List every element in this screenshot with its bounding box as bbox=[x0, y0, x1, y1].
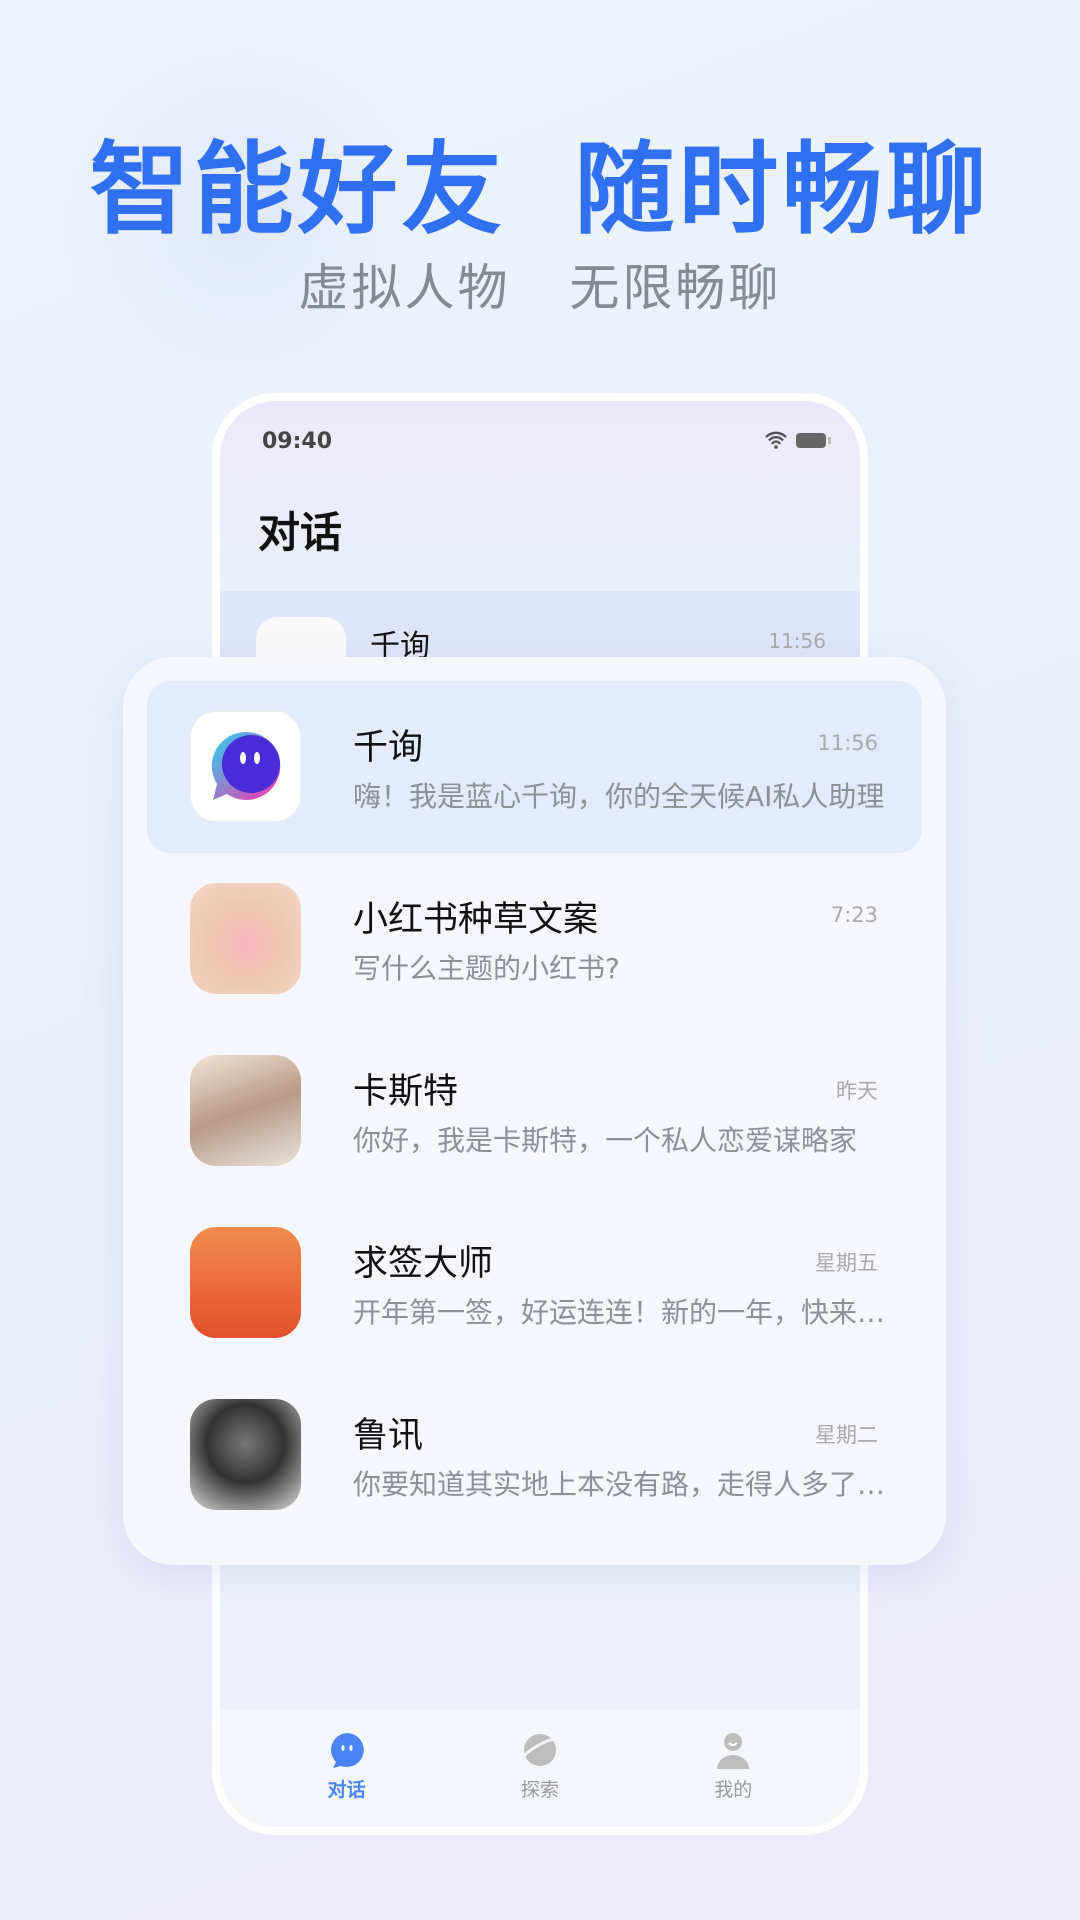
message-preview: 嗨！我是蓝心千询，你的全天候AI私人助理 bbox=[353, 775, 893, 815]
conversation-item[interactable]: 鲁讯 你要知道其实地上本没有路，走得人多了也便成了路 星期二 bbox=[147, 1369, 922, 1541]
conversation-item[interactable]: 千询 嗨！我是蓝心千询，你的全天候AI私人助理 11:56 bbox=[147, 681, 922, 853]
status-time: 09:40 bbox=[262, 429, 332, 454]
tab-label: 探索 bbox=[521, 1775, 559, 1802]
message-time: 11:56 bbox=[768, 629, 826, 653]
message-time: 昨天 bbox=[836, 1075, 878, 1105]
message-time: 11:56 bbox=[817, 731, 878, 755]
tab-label: 我的 bbox=[714, 1775, 752, 1802]
conversation-item[interactable]: 卡斯特 你好，我是卡斯特，一个私人恋爱谋略家 昨天 bbox=[147, 1025, 922, 1197]
character-avatar-icon bbox=[190, 1055, 301, 1166]
perfume-avatar-icon bbox=[190, 883, 301, 994]
portrait-avatar-icon bbox=[190, 1399, 301, 1510]
message-time: 星期二 bbox=[815, 1419, 878, 1449]
battery-icon bbox=[796, 433, 826, 448]
conversation-item[interactable]: 小红书种草文案 写什么主题的小红书? 7:23 bbox=[147, 853, 922, 1025]
planet-icon bbox=[519, 1731, 561, 1769]
message-preview: 开年第一签，好运连连！新的一年，快来求签吧 bbox=[353, 1291, 893, 1331]
message-preview: 写什么主题的小红书? bbox=[353, 947, 893, 987]
chat-bubble-icon bbox=[328, 1731, 366, 1769]
message-preview: 你要知道其实地上本没有路，走得人多了也便成了路 bbox=[353, 1463, 893, 1503]
promo-subtitle: 虚拟人物 无限畅聊 bbox=[0, 248, 1080, 320]
qianxun-avatar-icon bbox=[190, 711, 301, 822]
conversation-item[interactable]: 求签大师 开年第一签，好运连连！新的一年，快来求签吧 星期五 bbox=[147, 1197, 922, 1369]
tab-me[interactable]: 我的 bbox=[673, 1709, 793, 1827]
wifi-icon bbox=[764, 431, 788, 449]
contact-name: 鲁讯 bbox=[353, 1407, 423, 1458]
tab-explore[interactable]: 探索 bbox=[480, 1709, 600, 1827]
contact-name: 卡斯特 bbox=[353, 1063, 458, 1114]
fortune-sticks-avatar-icon bbox=[190, 1227, 301, 1338]
user-icon bbox=[715, 1731, 751, 1769]
bottom-tab-bar: 对话 探索 我的 bbox=[220, 1709, 860, 1827]
message-preview: 你好，我是卡斯特，一个私人恋爱谋略家 bbox=[353, 1119, 893, 1159]
tab-label: 对话 bbox=[328, 1775, 366, 1802]
contact-name: 小红书种草文案 bbox=[353, 891, 598, 942]
conversation-list-card: 千询 嗨！我是蓝心千询，你的全天候AI私人助理 11:56 小红书种草文案 写什… bbox=[123, 657, 946, 1565]
message-time: 星期五 bbox=[815, 1247, 878, 1277]
status-icons bbox=[764, 431, 826, 449]
contact-name: 求签大师 bbox=[353, 1235, 493, 1286]
tab-chat[interactable]: 对话 bbox=[287, 1709, 407, 1827]
screen-title: 对话 bbox=[258, 499, 342, 560]
contact-name: 千询 bbox=[353, 719, 423, 770]
message-time: 7:23 bbox=[831, 903, 878, 927]
promo-headline: 智能好友 随时畅聊 bbox=[0, 108, 1080, 253]
